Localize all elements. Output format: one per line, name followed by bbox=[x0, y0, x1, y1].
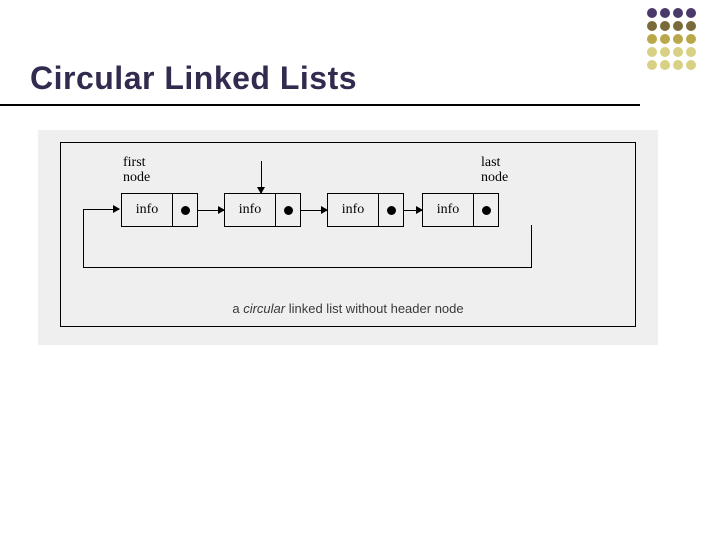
link-arrow-icon bbox=[404, 210, 422, 211]
link-arrow-icon bbox=[301, 210, 327, 211]
list-node: info bbox=[327, 193, 404, 227]
title-underline bbox=[0, 104, 640, 106]
corner-dot-grid-icon bbox=[647, 8, 696, 70]
info-cell: info bbox=[328, 194, 379, 226]
pointer-dot-icon bbox=[482, 206, 491, 215]
link-arrow-icon bbox=[198, 210, 224, 211]
diagram-caption: a circular linked list without header no… bbox=[61, 301, 635, 316]
list-node: info bbox=[121, 193, 198, 227]
entry-arrow-icon bbox=[261, 161, 262, 193]
pointer-dot-icon bbox=[284, 206, 293, 215]
diagram-frame: first node last node info info info bbox=[60, 142, 636, 327]
list-node: info bbox=[224, 193, 301, 227]
list-node: info bbox=[422, 193, 499, 227]
pointer-dot-icon bbox=[181, 206, 190, 215]
pointer-dot-icon bbox=[387, 206, 396, 215]
info-cell: info bbox=[225, 194, 276, 226]
info-cell: info bbox=[423, 194, 474, 226]
info-cell: info bbox=[122, 194, 173, 226]
slide-title: Circular Linked Lists bbox=[30, 60, 357, 97]
pointer-cell bbox=[173, 194, 197, 226]
first-node-label: first node bbox=[123, 155, 150, 186]
pointer-cell bbox=[379, 194, 403, 226]
node-row: info info info info bbox=[121, 193, 605, 227]
pointer-cell bbox=[276, 194, 300, 226]
pointer-cell bbox=[474, 194, 498, 226]
last-node-label: last node bbox=[481, 155, 508, 186]
diagram-panel: first node last node info info info bbox=[38, 130, 658, 345]
